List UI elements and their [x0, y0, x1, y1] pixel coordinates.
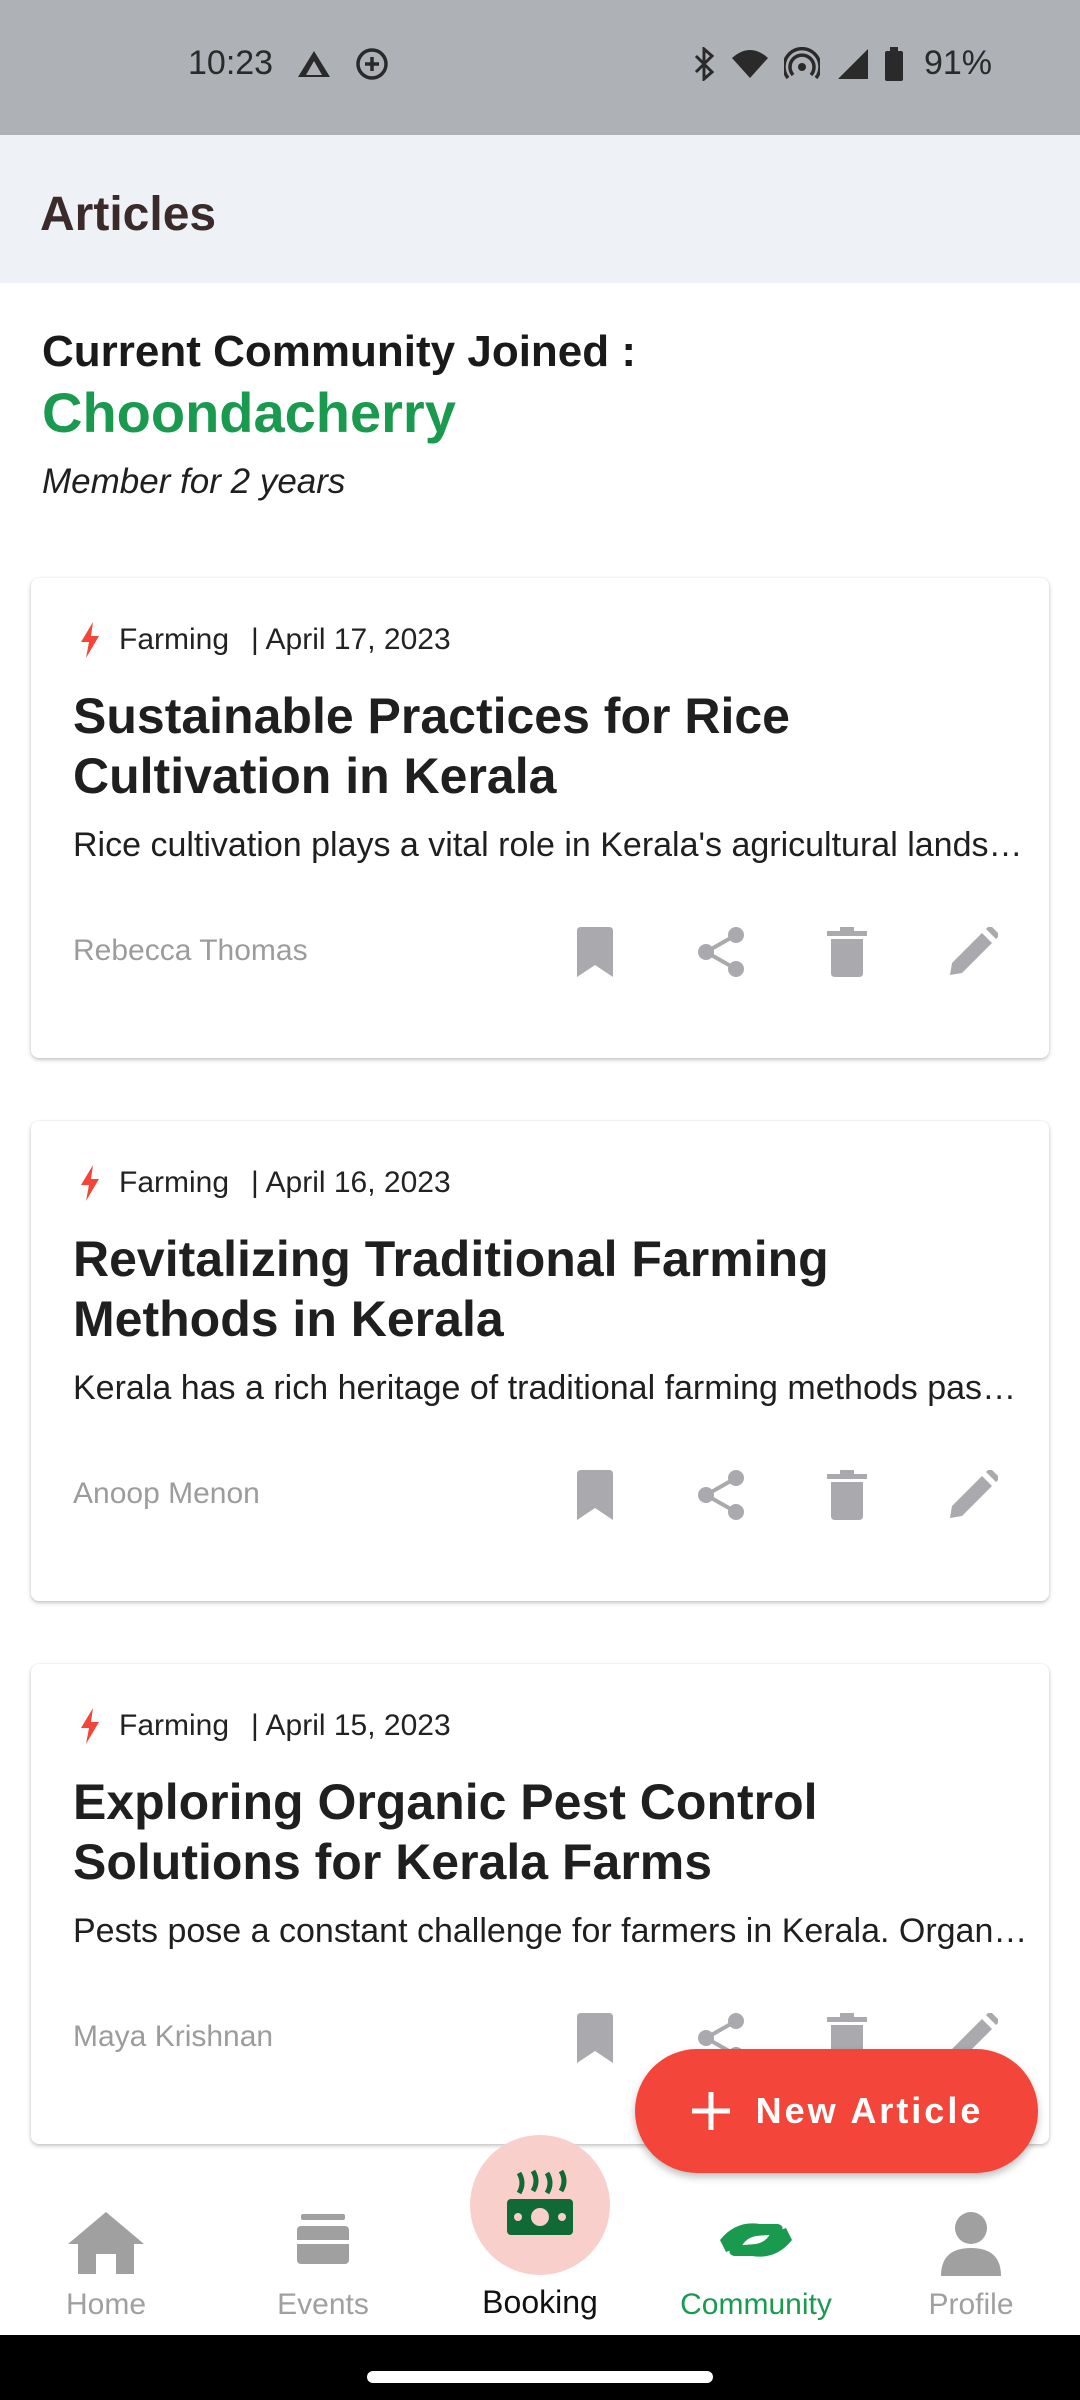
bolt-icon: [81, 1165, 99, 1201]
community-label: Current Community Joined :: [42, 327, 637, 376]
bookmark-icon: [577, 1470, 613, 1520]
nav-profile-label: Profile: [928, 2288, 1014, 2321]
edit-button[interactable]: [935, 914, 1011, 990]
data-saver-icon: [356, 48, 388, 80]
bookmark-icon: [577, 927, 613, 977]
delete-button[interactable]: [809, 914, 885, 990]
bookmark-button[interactable]: [557, 1457, 633, 1533]
article-date: | April 16, 2023: [251, 1166, 451, 1199]
home-gesture-pill[interactable]: [367, 2371, 713, 2383]
member-duration: Member for 2 years: [42, 462, 346, 501]
article-excerpt: Pests pose a constant challenge for farm…: [73, 1912, 1033, 1950]
article-title[interactable]: Revitalizing Traditional Farming Methods…: [73, 1229, 1013, 1349]
battery-icon: [884, 46, 903, 81]
nav-events-label: Events: [277, 2288, 369, 2321]
community-name: Choondacherry: [42, 381, 456, 444]
article-category: Farming: [119, 1166, 230, 1199]
bluetooth-icon: [694, 46, 715, 81]
pencil-icon: [950, 1470, 998, 1518]
person-icon: [941, 2212, 1001, 2276]
trash-icon: [827, 927, 867, 977]
status-time: 10:23: [188, 44, 274, 82]
nav-events[interactable]: Events: [223, 2190, 423, 2335]
system-nav-bar: [0, 2335, 1080, 2400]
nav-home-label: Home: [65, 2288, 147, 2321]
article-meta: Farming | April 17, 2023: [79, 622, 461, 658]
share-button[interactable]: [683, 914, 759, 990]
article-date: | April 17, 2023: [251, 623, 451, 656]
app-header: Articles: [0, 135, 1080, 283]
article-meta: Farming | April 15, 2023: [79, 1708, 461, 1744]
share-icon: [698, 927, 744, 977]
article-meta: Farming | April 16, 2023: [79, 1165, 461, 1201]
nav-community-label: Community: [680, 2288, 832, 2321]
article-date: | April 15, 2023: [251, 1709, 451, 1742]
nav-home[interactable]: Home: [6, 2190, 206, 2335]
article-category: Farming: [119, 623, 230, 656]
article-card[interactable]: Farming | April 17, 2023 Sustainable Pra…: [31, 578, 1049, 1058]
events-icon: [297, 2214, 349, 2264]
bookmark-button[interactable]: [557, 2000, 633, 2076]
pencil-icon: [950, 927, 998, 975]
article-title[interactable]: Exploring Organic Pest Control Solutions…: [73, 1772, 1013, 1892]
trash-icon: [827, 1470, 867, 1520]
plus-icon: [691, 2092, 730, 2130]
article-category: Farming: [119, 1709, 230, 1742]
battery-percent: 91%: [923, 44, 992, 82]
delete-button[interactable]: [809, 1457, 885, 1533]
new-article-label: New Article: [755, 2090, 984, 2131]
article-title[interactable]: Sustainable Practices for Rice Cultivati…: [73, 686, 1013, 806]
nav-profile[interactable]: Profile: [871, 2190, 1071, 2335]
article-excerpt: Rice cultivation plays a vital role in K…: [73, 826, 1033, 864]
bookmark-button[interactable]: [557, 914, 633, 990]
wifi-icon: [731, 49, 768, 78]
hotspot-icon: [783, 46, 820, 79]
article-card[interactable]: Farming | April 16, 2023 Revitalizing Tr…: [31, 1121, 1049, 1601]
article-author: Maya Krishnan: [73, 2020, 274, 2053]
bolt-icon: [81, 622, 99, 658]
nav-community[interactable]: Community: [656, 2190, 856, 2335]
handshake-icon: [720, 2223, 792, 2257]
drive-icon: [298, 51, 330, 77]
share-button[interactable]: [683, 1457, 759, 1533]
bolt-icon: [81, 1708, 99, 1744]
bookmark-icon: [577, 2013, 613, 2063]
article-excerpt: Kerala has a rich heritage of traditiona…: [73, 1369, 1033, 1407]
share-icon: [698, 1470, 744, 1520]
nav-booking-label: Booking: [482, 2284, 598, 2320]
article-author: Anoop Menon: [73, 1477, 260, 1510]
page-title: Articles: [40, 188, 217, 241]
status-bar: 10:23 91%: [0, 0, 1080, 135]
home-icon: [68, 2212, 144, 2274]
new-article-button[interactable]: New Article: [635, 2049, 1038, 2173]
nav-booking[interactable]: [470, 2135, 610, 2275]
edit-button[interactable]: [935, 1457, 1011, 1533]
money-icon: [507, 2169, 573, 2235]
signal-icon: [837, 48, 868, 79]
article-author: Rebecca Thomas: [73, 934, 308, 967]
